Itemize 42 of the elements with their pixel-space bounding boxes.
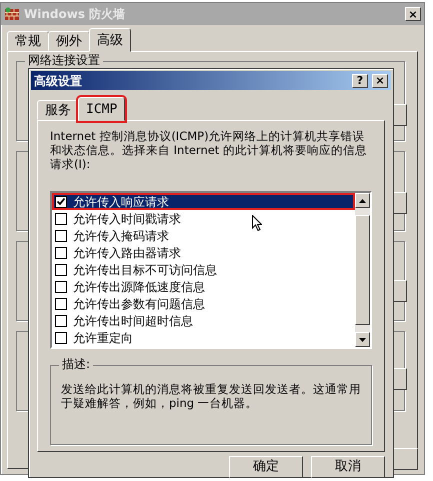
checkbox[interactable] <box>55 196 67 208</box>
scrollbar[interactable] <box>355 193 370 347</box>
list-item[interactable]: 允许传出时间超时信息 <box>52 312 355 329</box>
down-arrow-icon <box>359 338 366 342</box>
close-button[interactable]: × <box>405 7 421 21</box>
dialog-button[interactable]: 确定 <box>229 456 303 478</box>
mouse-pointer-icon <box>252 215 262 231</box>
window-title: Windows 防火墙 <box>24 6 126 23</box>
checkbox[interactable] <box>55 314 67 326</box>
scroll-up-button[interactable] <box>355 193 370 208</box>
tab[interactable]: ICMP <box>78 97 126 121</box>
list-item[interactable]: 允许传入路由器请求 <box>52 244 355 261</box>
tab[interactable]: 服务 <box>37 100 79 120</box>
tab[interactable]: 常规 <box>7 31 49 51</box>
checkbox[interactable] <box>55 230 67 242</box>
checkbox[interactable] <box>55 246 67 258</box>
scroll-down-button[interactable] <box>355 332 370 347</box>
description-text: 发送给此计算机的消息将被重复发送回发送者。这通常用于疑难解答，例如，ping 一台机器。 <box>61 382 361 410</box>
checkbox[interactable] <box>55 264 67 276</box>
list-item[interactable]: 允许传出目标不可访问信息 <box>52 261 355 278</box>
checkbox[interactable] <box>55 332 67 344</box>
list-item[interactable]: 允许传出源降低速度信息 <box>52 278 355 295</box>
list-item[interactable]: 允许传入响应请求 <box>52 193 355 210</box>
list-item[interactable]: 允许传入掩码请求 <box>52 227 355 244</box>
group-title: 描述: <box>59 357 94 371</box>
close-button[interactable]: × <box>372 74 388 88</box>
checkbox[interactable] <box>55 212 67 224</box>
checkbox[interactable] <box>55 280 67 292</box>
help-button[interactable]: ? <box>352 74 368 88</box>
tab[interactable]: 高级 <box>89 28 131 52</box>
checkbox[interactable] <box>55 298 67 310</box>
list-item[interactable]: 允许传出参数有问题信息 <box>52 295 355 312</box>
group-title: 网络连接设置 <box>25 53 103 67</box>
intro-text: Internet 控制消息协议(ICMP)允许网络上的计算机共享错误和状态信息。选择来自 Internet 的此计算机将要响应的信息请求(I): <box>50 129 368 173</box>
up-arrow-icon <box>359 198 366 202</box>
list-item[interactable]: 允许重定向 <box>52 329 355 346</box>
tab[interactable]: 例外 <box>48 31 90 51</box>
dialog-title: 高级设置 <box>34 72 82 90</box>
scroll-thumb[interactable] <box>355 215 370 325</box>
dialog-button[interactable]: 取消 <box>311 456 385 478</box>
list-item[interactable]: 允许传入时间戳请求 <box>52 210 355 227</box>
firewall-icon <box>4 7 20 21</box>
